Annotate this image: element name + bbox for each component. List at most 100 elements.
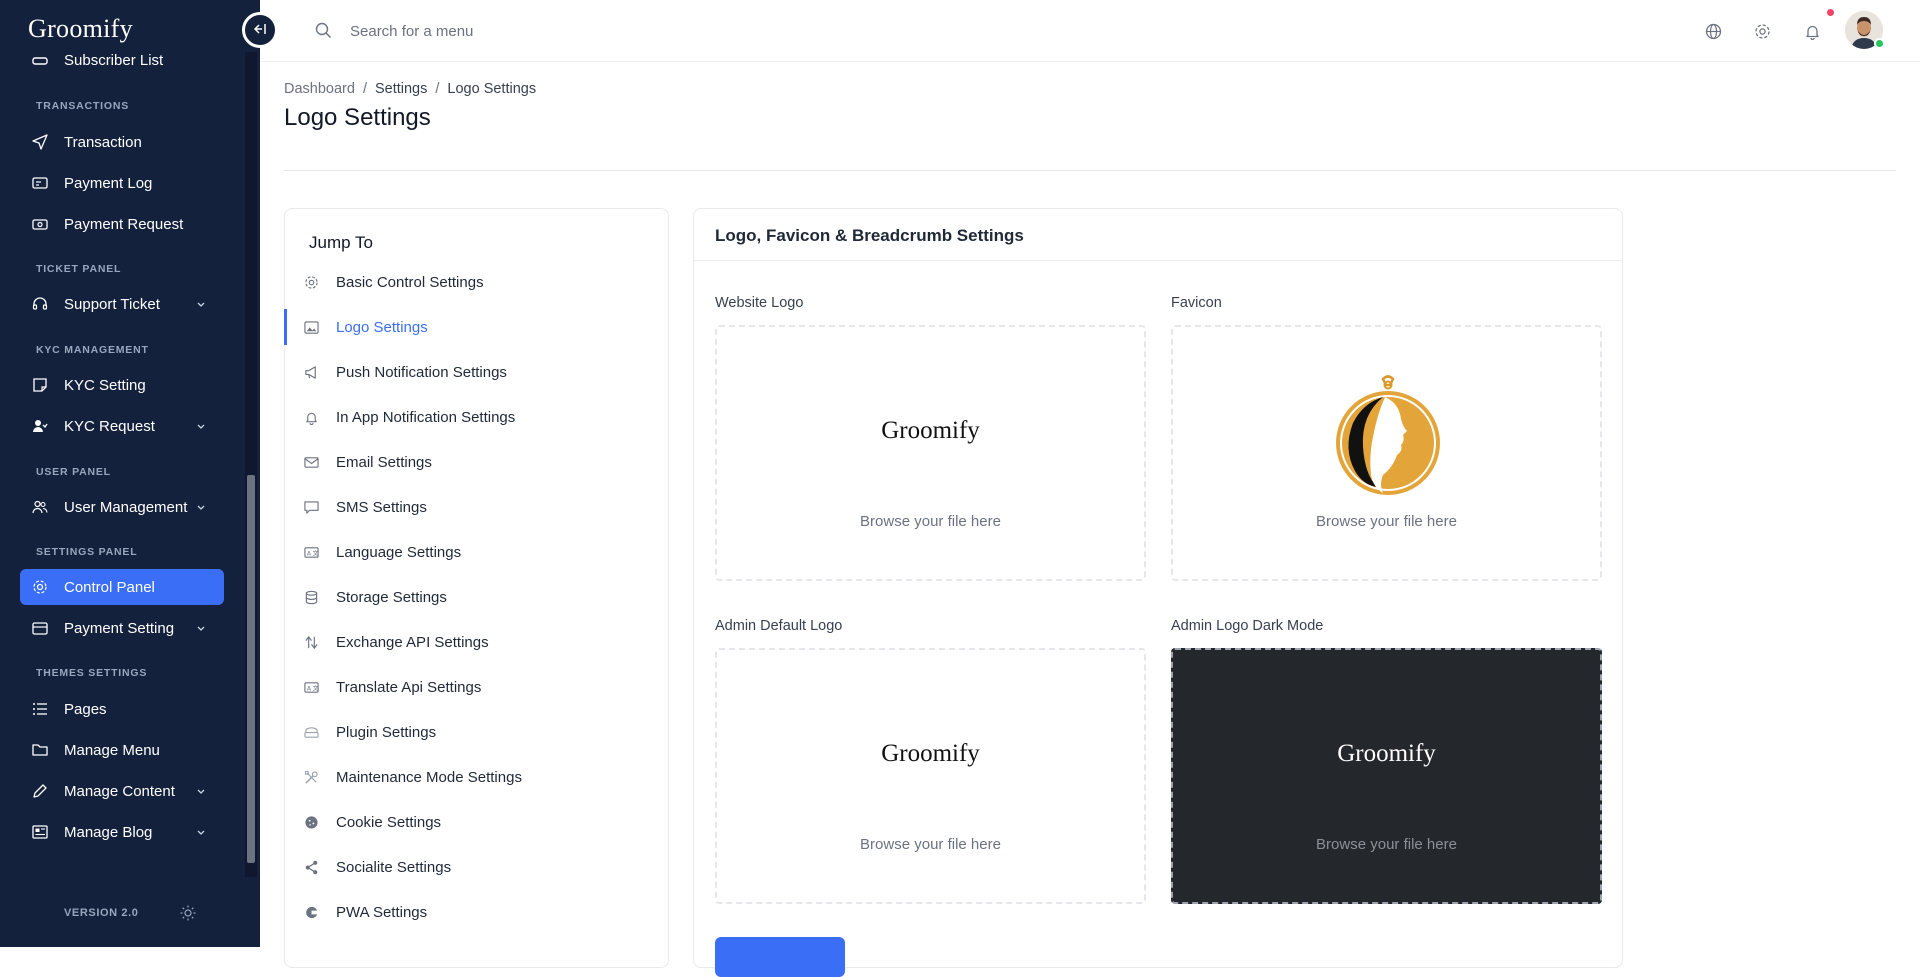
database-icon (303, 589, 319, 605)
sidebar-section-themes-settings: THEMES SETTINGS (36, 667, 148, 679)
sidebar-section-settings-panel: SETTINGS PANEL (36, 546, 138, 558)
jump-item-push-notification[interactable]: Push Notification Settings (285, 354, 669, 390)
chevron-down-icon (196, 824, 206, 841)
search-input[interactable] (350, 18, 750, 44)
breadcrumb-settings[interactable]: Settings (375, 81, 427, 97)
admin-default-logo-preview: Groomify (881, 740, 980, 767)
user-check-icon (32, 418, 48, 434)
sidebar-section-kyc: KYC MANAGEMENT (36, 344, 149, 356)
favicon-dropzone[interactable]: Browse your file here (1171, 325, 1602, 581)
browse-file-text: Browse your file here (1316, 836, 1457, 853)
breadcrumb-dashboard[interactable]: Dashboard (284, 81, 355, 97)
jump-item-basic-control[interactable]: Basic Control Settings (285, 264, 669, 300)
top-bar (260, 0, 1920, 62)
divider (284, 170, 1896, 171)
jump-item-in-app-notification[interactable]: In App Notification Settings (285, 399, 669, 435)
sidebar-item-payment-log[interactable]: Payment Log (20, 165, 224, 201)
jump-item-cookie[interactable]: Cookie Settings (285, 804, 669, 840)
users-icon (32, 499, 48, 515)
chevron-down-icon (196, 499, 206, 516)
svg-text:A: A (306, 550, 311, 557)
jump-to-panel: Jump To Basic Control Settings Logo Sett… (284, 208, 669, 968)
sidebar-section-ticket-panel: TICKET PANEL (36, 263, 122, 275)
gear-icon (32, 579, 48, 595)
wallet-icon (32, 620, 48, 636)
card-title: Logo, Favicon & Breadcrumb Settings (715, 226, 1024, 245)
jump-item-plugin[interactable]: Plugin Settings (285, 714, 669, 750)
jump-item-label: Maintenance Mode Settings (336, 768, 522, 786)
sidebar-item-payment-setting[interactable]: Payment Setting (20, 610, 224, 646)
jump-item-storage[interactable]: Storage Settings (285, 579, 669, 615)
send-icon (32, 134, 48, 150)
website-logo-label: Website Logo (715, 295, 804, 311)
website-logo-dropzone[interactable]: Groomify Browse your file here (715, 325, 1146, 581)
sidebar-item-manage-content[interactable]: Manage Content (20, 773, 224, 809)
sun-icon[interactable] (180, 905, 196, 926)
jump-item-label: Translate Api Settings (336, 678, 482, 696)
sidebar-item-kyc-request[interactable]: KYC Request (20, 408, 224, 444)
admin-logo-dark-preview: Groomify (1337, 740, 1436, 767)
list-icon (32, 701, 48, 717)
jump-item-logo-settings[interactable]: Logo Settings (284, 309, 669, 345)
sidebar-item-label: Payment Setting (64, 619, 175, 637)
gear-icon[interactable] (1752, 21, 1772, 41)
cookie-icon (303, 814, 319, 830)
jump-item-label: Storage Settings (336, 588, 447, 606)
jump-item-label: Socialite Settings (336, 858, 452, 876)
jump-item-pwa[interactable]: PWA Settings (285, 894, 669, 930)
jump-item-translate-api[interactable]: A文 Translate Api Settings (285, 669, 669, 705)
admin-default-logo-dropzone[interactable]: Groomify Browse your file here (715, 648, 1146, 904)
sidebar-item-label: KYC Request (64, 417, 155, 435)
jump-item-maintenance[interactable]: Maintenance Mode Settings (285, 759, 669, 795)
favicon-label: Favicon (1171, 295, 1222, 311)
sidebar-item-payment-request[interactable]: Payment Request (20, 206, 224, 242)
sidebar-item-control-panel[interactable]: Control Panel (20, 569, 224, 605)
pencil-icon (32, 783, 48, 799)
globe-icon[interactable] (1703, 21, 1723, 41)
sidebar-item-manage-menu[interactable]: Manage Menu (20, 732, 224, 768)
cash-icon (32, 216, 48, 232)
browse-file-text: Browse your file here (860, 836, 1001, 853)
sidebar-item-label: Support Ticket (64, 295, 160, 313)
jump-item-sms[interactable]: SMS Settings (285, 489, 669, 525)
sidebar-item-manage-blog[interactable]: Manage Blog (20, 814, 224, 850)
admin-logo-dark-dropzone[interactable]: Groomify Browse your file here (1171, 648, 1602, 904)
sidebar-item-label: Manage Blog (64, 823, 153, 841)
chevron-down-icon (196, 418, 206, 435)
sidebar-item-support-ticket[interactable]: Support Ticket (20, 286, 224, 322)
jump-item-socialite[interactable]: Socialite Settings (285, 849, 669, 885)
sidebar-item-label: KYC Setting (64, 376, 146, 394)
sidebar-section-user-panel: USER PANEL (36, 466, 111, 478)
jump-item-exchange-api[interactable]: Exchange API Settings (285, 624, 669, 660)
sidebar-item-pages[interactable]: Pages (20, 691, 224, 727)
online-status-dot (1874, 38, 1885, 49)
sidebar-item-transaction[interactable]: Transaction (20, 124, 224, 160)
jump-item-email[interactable]: Email Settings (285, 444, 669, 480)
sidebar-item-label: Payment Request (64, 215, 184, 233)
sidebar-item-kyc-setting[interactable]: KYC Setting (20, 367, 224, 403)
save-button[interactable] (715, 937, 845, 977)
svg-text:文: 文 (312, 549, 318, 557)
breadcrumb-separator: / (362, 81, 367, 97)
chevron-down-icon (196, 620, 206, 637)
app-logo[interactable]: Groomify (28, 14, 133, 44)
breadcrumb: Dashboard / Settings / Logo Settings (284, 81, 536, 97)
admin-default-logo-label: Admin Default Logo (715, 618, 843, 634)
version-label: VERSION 2.0 (64, 907, 139, 919)
share-icon (303, 859, 319, 875)
browse-file-text: Browse your file here (1316, 513, 1457, 530)
receipt-icon (32, 175, 48, 191)
sidebar-item-user-management[interactable]: User Management (20, 489, 224, 525)
plugin-icon (303, 724, 319, 740)
bell-icon[interactable] (1802, 21, 1822, 41)
headset-icon (32, 296, 48, 312)
jump-item-label: Logo Settings (336, 318, 428, 336)
sidebar-collapse-button[interactable] (242, 12, 278, 48)
browse-file-text: Browse your file here (860, 513, 1001, 530)
document-icon (32, 377, 48, 393)
bell-icon (303, 409, 319, 425)
jump-item-language[interactable]: A文 Language Settings (285, 534, 669, 570)
jump-item-label: Basic Control Settings (336, 273, 484, 291)
arrows-exchange-icon (303, 634, 319, 650)
sidebar-item-subscriber-list[interactable]: Subscriber List (20, 52, 224, 78)
